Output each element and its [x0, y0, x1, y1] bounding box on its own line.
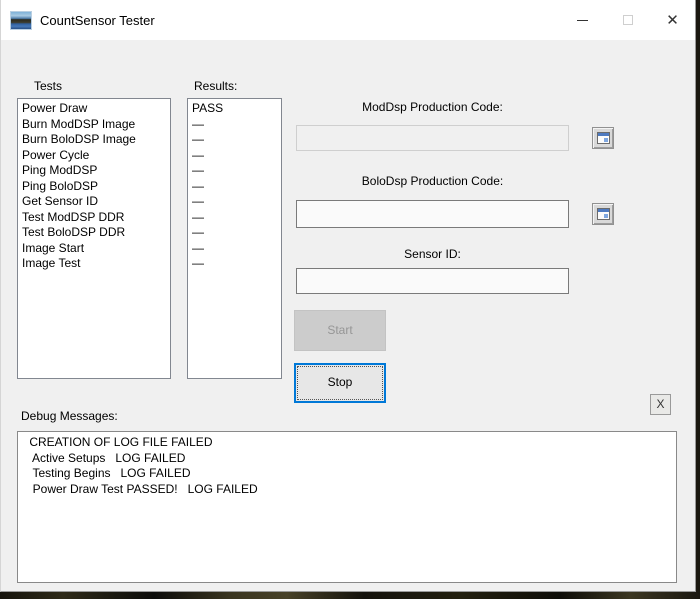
app-window: CountSensor Tester ✕ Tests Results: Powe… — [0, 0, 696, 592]
clear-x-button[interactable]: X — [650, 394, 671, 415]
result-list-item: — — [192, 132, 204, 146]
results-listbox: PASS — — — — — — — — — — — [187, 98, 282, 379]
test-list-item[interactable]: Test BoloDSP DDR — [22, 225, 170, 241]
moddsp-input[interactable] — [296, 125, 569, 151]
minimize-icon — [577, 19, 588, 21]
debug-line: Power Draw Test PASSED! LOG FAILED — [26, 481, 258, 496]
stop-button[interactable]: Stop — [294, 363, 386, 403]
results-label: Results: — [194, 79, 238, 93]
test-list-item[interactable]: Image Start — [22, 241, 170, 257]
debug-line: CREATION OF LOG FILE FAILED — [26, 435, 213, 449]
test-list-item[interactable]: Burn BoloDSP Image — [22, 132, 170, 148]
debug-messages-label: Debug Messages: — [21, 409, 118, 423]
minimize-button[interactable] — [560, 0, 605, 40]
result-list-item: — — [192, 256, 204, 270]
debug-messages-box[interactable]: CREATION OF LOG FILE FAILED Active Setup… — [17, 431, 677, 583]
moddsp-label: ModDsp Production Code: — [362, 100, 503, 114]
maximize-icon — [622, 15, 633, 25]
close-button[interactable]: ✕ — [650, 0, 695, 40]
test-list-item[interactable]: Ping ModDSP — [22, 163, 170, 179]
test-list-item[interactable]: Image Test — [22, 256, 170, 272]
dialog-window-icon — [596, 132, 610, 144]
caption-buttons: ✕ — [560, 0, 695, 40]
test-list-item[interactable]: Test ModDSP DDR — [22, 210, 170, 226]
result-list-item: — — [192, 178, 204, 193]
bolodsp-input[interactable] — [296, 200, 569, 228]
debug-line: Active Setups LOG FAILED — [26, 450, 186, 465]
moddsp-browse-button[interactable] — [592, 127, 614, 149]
app-icon — [10, 10, 32, 30]
titlebar: CountSensor Tester ✕ — [1, 0, 695, 40]
bolodsp-label: BoloDsp Production Code: — [361, 174, 504, 188]
sensor-id-input[interactable] — [296, 268, 569, 294]
result-list-item: — — [192, 147, 204, 162]
result-list-item: — — [192, 194, 204, 208]
sensor-id-label: Sensor ID: — [404, 247, 461, 261]
start-button: Start — [294, 310, 386, 351]
result-list-item: — — [192, 163, 204, 177]
result-list-item: — — [192, 116, 204, 131]
bolodsp-browse-button[interactable] — [592, 203, 614, 225]
result-list-item: PASS — [192, 101, 224, 115]
test-list-item[interactable]: Ping BoloDSP — [22, 179, 170, 195]
result-list-item: — — [192, 209, 204, 224]
tests-listbox[interactable]: Power Draw Burn ModDSP Image Burn BoloDSP … — [17, 98, 171, 379]
result-list-item: — — [192, 240, 204, 255]
test-list-item[interactable]: Power Draw — [22, 101, 170, 117]
maximize-button — [605, 0, 650, 40]
test-list-item[interactable]: Burn ModDSP Image — [22, 117, 170, 133]
test-list-item[interactable]: Get Sensor ID — [22, 194, 170, 210]
debug-line: Testing Begins LOG FAILED — [26, 466, 191, 480]
close-icon: ✕ — [666, 12, 679, 29]
tests-label: Tests — [34, 79, 63, 93]
result-list-item: — — [192, 225, 204, 239]
window-title: CountSensor Tester — [40, 12, 155, 28]
dialog-window-icon — [596, 208, 610, 220]
test-list-item[interactable]: Power Cycle — [22, 148, 170, 164]
